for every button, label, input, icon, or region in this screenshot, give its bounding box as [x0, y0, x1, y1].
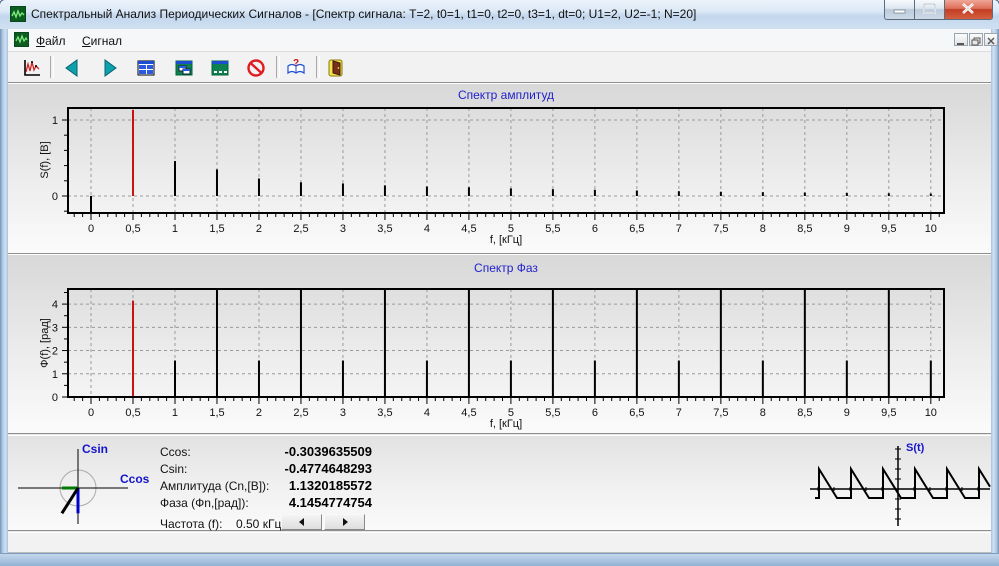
harmonic-value-row: Амплитуда (Cn,[В]): 1.1320185572 [160, 479, 372, 495]
title-bar[interactable]: Спектральный Анализ Периодических Сигнал… [0, 0, 999, 30]
windows-cascade-icon[interactable] [172, 56, 196, 80]
menu-item-file[interactable]: Файл [30, 33, 72, 49]
frequency-label: Частота (f): [160, 517, 222, 531]
harmonic-value-row: Фаза (Фn,[рад]): 4.1454774754 [160, 496, 372, 512]
maximize-button[interactable] [914, 0, 945, 20]
mdi-close-button[interactable] [984, 33, 998, 46]
next-frequency-button[interactable] [324, 514, 365, 530]
amplitude-chart-title: Спектр амплитуд [68, 88, 944, 102]
signal-preview-plot [806, 440, 996, 528]
phasor-csin-axis-label: Csin [82, 442, 108, 456]
toolbar-separator [316, 56, 320, 78]
phasor-ccos-axis-label: Ccos [120, 472, 149, 486]
spectrum-plot-icon[interactable] [20, 56, 44, 80]
toolbar-separator [276, 56, 280, 78]
minimize-button[interactable] [884, 0, 915, 20]
app-icon [10, 6, 26, 22]
harmonic-value-label: Ccos: [160, 445, 191, 459]
harmonic-value: 4.1454774754 [289, 495, 372, 510]
harmonic-info-panel: Csin Ccos Ccos: -0.3039635509 Csin: -0.4774… [8, 435, 991, 531]
mdi-minimize-button[interactable] [954, 33, 968, 46]
phase-spectrum-panel: Спектр Фаз Ф(f), [рад] 0123400,511,522,5… [8, 254, 991, 434]
svg-text:1: 1 [52, 369, 58, 381]
stop-icon[interactable] [244, 56, 268, 80]
phase-y-axis-label: Ф(f), [рад] [39, 288, 51, 398]
harmonic-value-row: Ccos: -0.3039635509 [160, 445, 372, 461]
prev-harmonic-icon[interactable] [60, 56, 84, 80]
exit-icon[interactable] [324, 56, 348, 80]
svg-text:4: 4 [52, 299, 58, 311]
window-title: Спектральный Анализ Периодических Сигнал… [31, 7, 696, 21]
harmonic-value-label: Амплитуда (Cn,[В]): [160, 479, 269, 493]
harmonic-value-label: Csin: [160, 462, 187, 476]
phase-x-axis-label: f, [кГц] [68, 418, 944, 430]
app-window: Спектральный Анализ Периодических Сигнал… [0, 0, 999, 566]
window-table-icon[interactable] [134, 56, 158, 80]
signal-preview-label: S(t) [906, 442, 924, 454]
harmonic-value-row: Csin: -0.4774648293 [160, 462, 372, 478]
window-border-left [0, 29, 8, 553]
harmonic-value-label: Фаза (Фn,[рад]): [160, 496, 249, 510]
harmonic-value: -0.4774648293 [285, 461, 372, 476]
amplitude-y-axis-label: S(f), [В] [39, 105, 51, 215]
help-icon[interactable]: ? [284, 56, 308, 80]
toolbar: ? [8, 52, 991, 83]
harmonic-value: 1.1320185572 [289, 478, 372, 493]
amplitude-spectrum-panel: Спектр амплитуд S(f), [В] 0100,511,522,5… [8, 83, 991, 254]
harmonic-value: -0.3039635509 [285, 444, 372, 459]
mdi-client-area: Спектр амплитуд S(f), [В] 0100,511,522,5… [8, 83, 991, 553]
mdi-child-icon[interactable] [14, 32, 30, 48]
status-bar [8, 532, 991, 553]
toolbar-separator [50, 56, 54, 78]
svg-text:2: 2 [52, 346, 58, 358]
svg-text:0: 0 [52, 392, 58, 404]
menu-item-signal[interactable]: Сигнал [76, 33, 128, 49]
amplitude-plot[interactable]: 0100,511,522,533,544,555,566,577,588,599… [68, 108, 944, 213]
windows-minimize-icon[interactable] [208, 56, 232, 80]
menu-bar: Файл Сигнал [8, 29, 991, 52]
phase-chart-title: Спектр Фаз [68, 261, 944, 275]
prev-frequency-button[interactable] [281, 514, 322, 530]
svg-text:0: 0 [52, 191, 58, 203]
window-border-bottom [0, 553, 999, 566]
phase-plot[interactable]: 0123400,511,522,533,544,555,566,577,588,… [68, 289, 944, 397]
svg-text:?: ? [293, 58, 299, 69]
frequency-value: 0.50 кГц [236, 517, 281, 531]
mdi-restore-button[interactable] [969, 33, 983, 46]
next-harmonic-icon[interactable] [98, 56, 122, 80]
svg-text:1: 1 [52, 115, 58, 127]
amplitude-x-axis-label: f, [кГц] [68, 234, 944, 246]
close-button[interactable] [944, 0, 993, 20]
svg-text:3: 3 [52, 322, 58, 334]
